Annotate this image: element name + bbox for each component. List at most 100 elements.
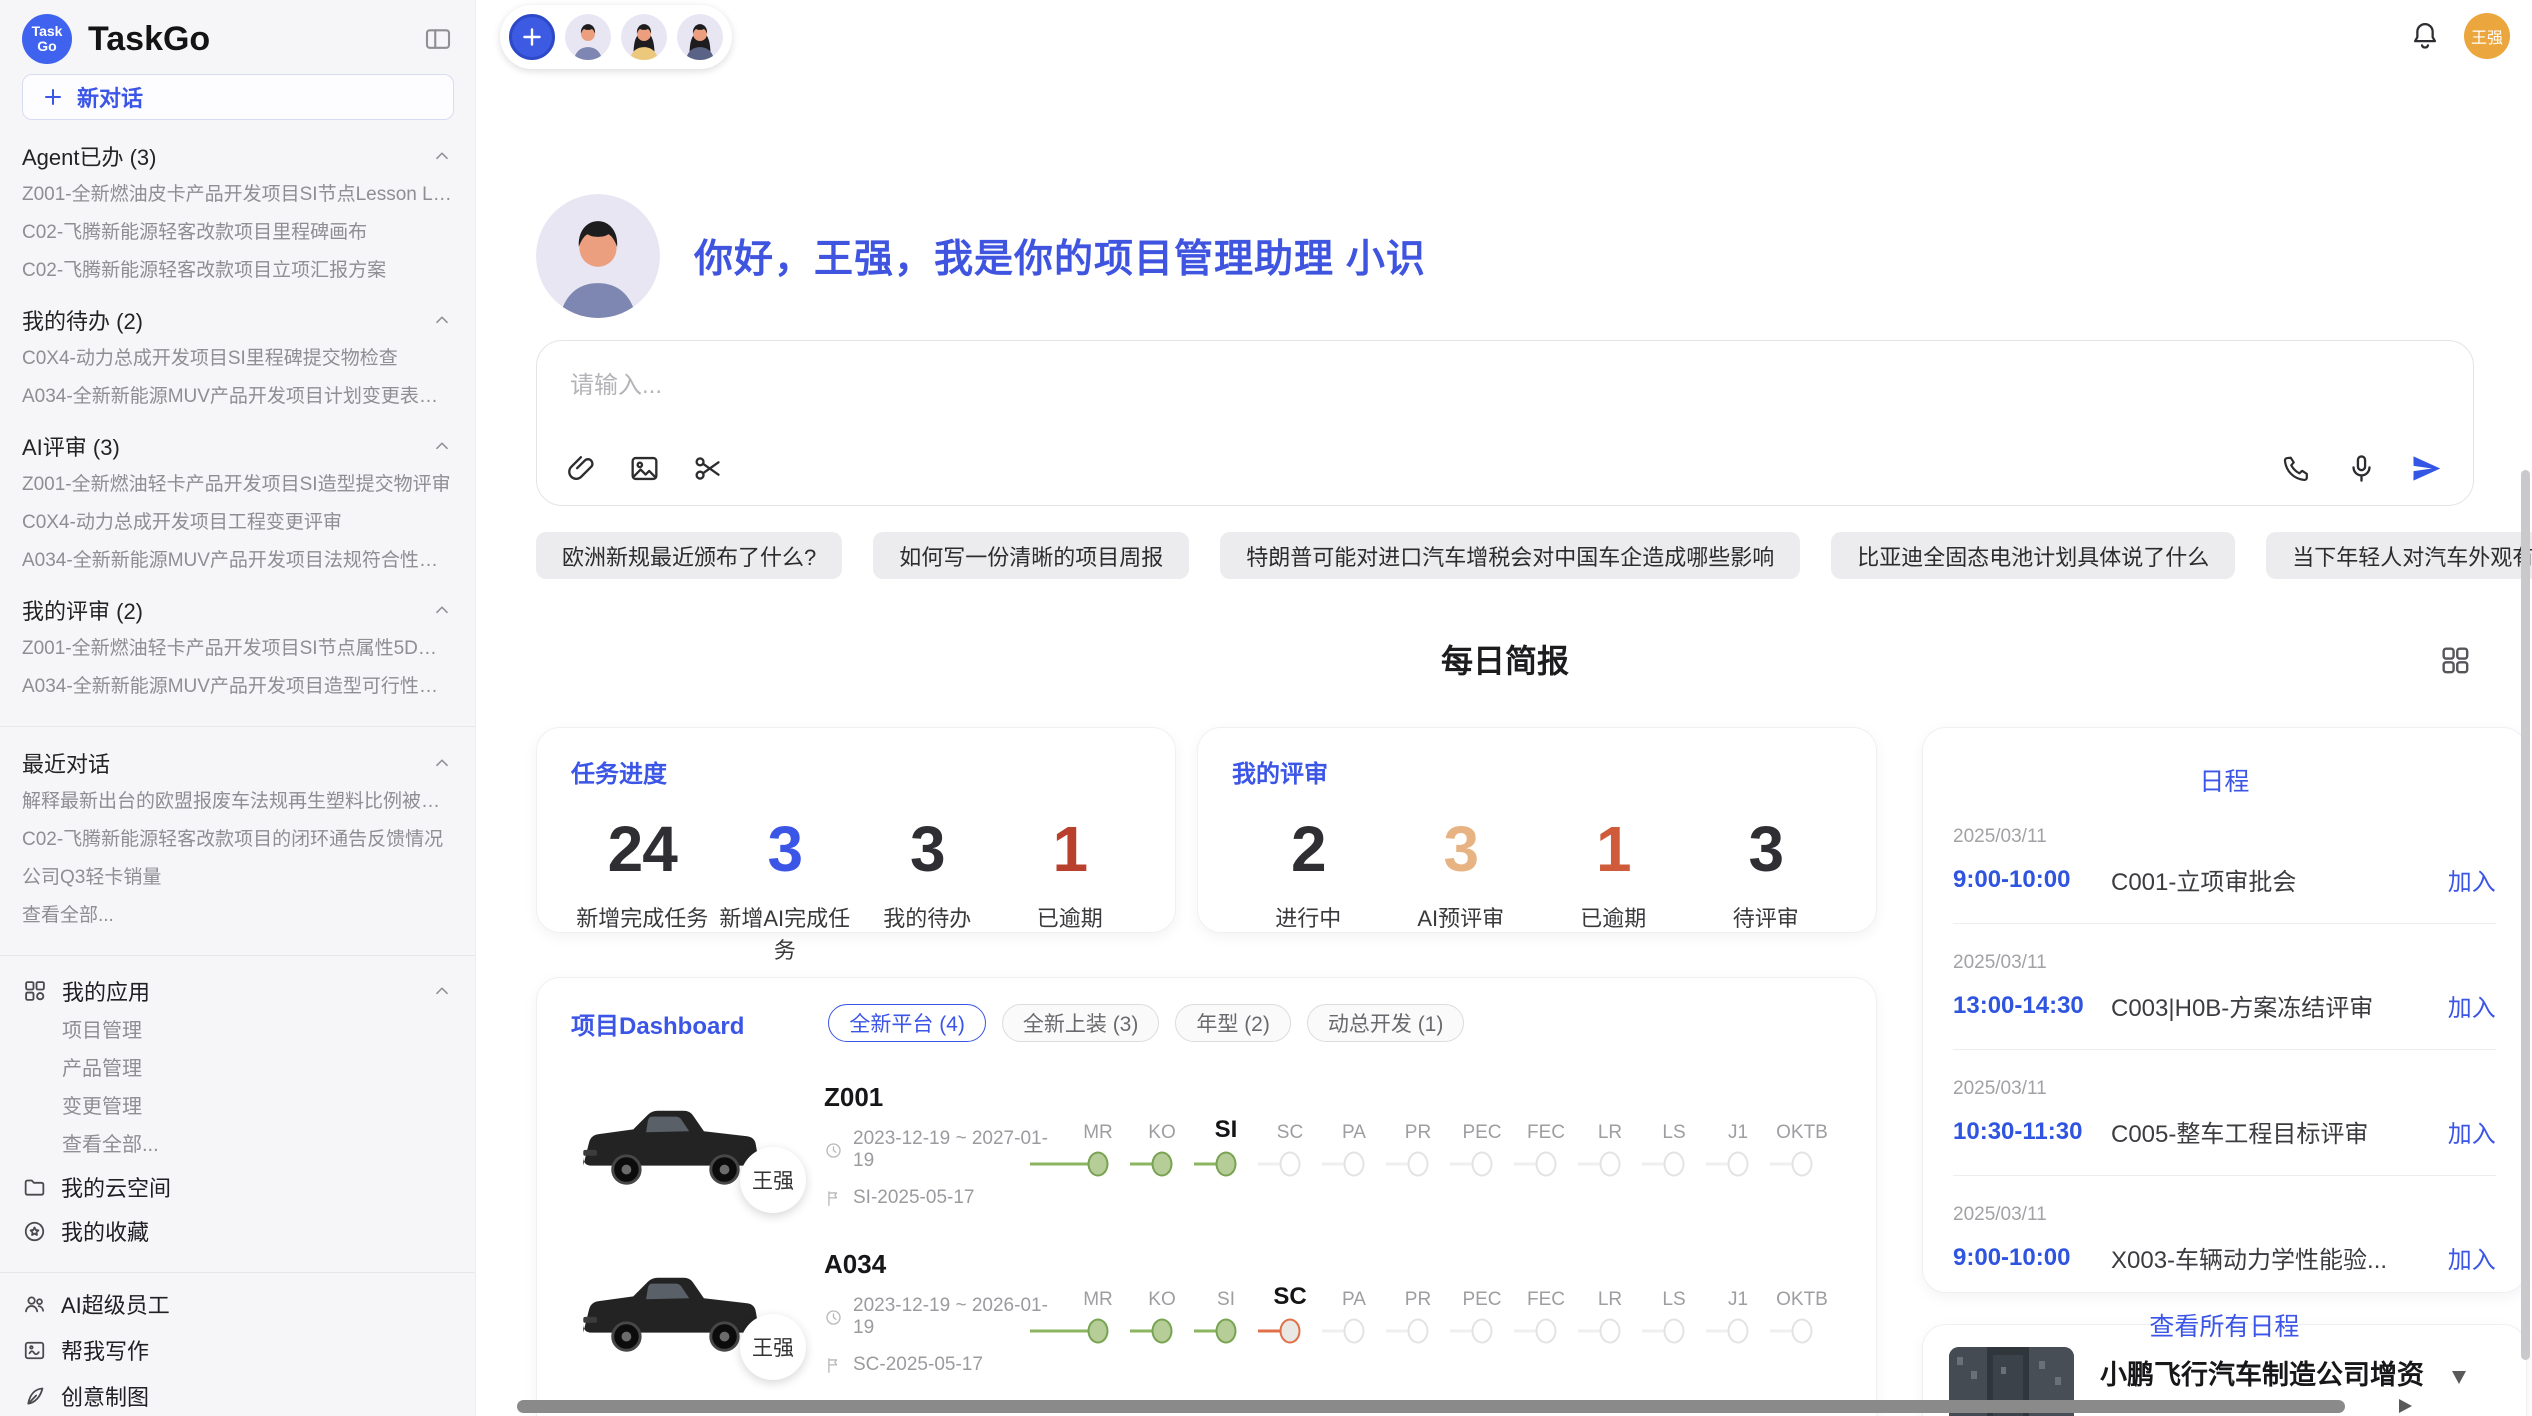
collapse-sidebar-icon[interactable] bbox=[423, 24, 453, 54]
new-chat-button[interactable]: 新对话 bbox=[22, 74, 454, 120]
milestone-stop[interactable]: MR bbox=[1066, 1275, 1130, 1351]
milestone-stop[interactable]: J1 bbox=[1706, 1275, 1770, 1351]
project-code[interactable]: A034 bbox=[824, 1249, 1064, 1280]
schedule-join-link[interactable]: 加入 bbox=[2448, 1240, 2496, 1275]
app-item[interactable]: 变更管理 bbox=[62, 1094, 453, 1120]
milestone-stop[interactable]: PA bbox=[1322, 1108, 1386, 1184]
dashboard-filter-pill[interactable]: 全新平台 (4) bbox=[828, 1004, 986, 1042]
stat-value: 24 bbox=[571, 815, 714, 883]
milestone-stop[interactable]: SI bbox=[1194, 1275, 1258, 1351]
sidebar-task-item[interactable]: A034-全新新能源MUV产品开发项目造型可行性评审 bbox=[22, 674, 453, 700]
milestone-stop[interactable]: SI bbox=[1194, 1108, 1258, 1184]
stat-label: 待评审 bbox=[1690, 901, 1843, 933]
app-item[interactable]: 产品管理 bbox=[62, 1056, 453, 1082]
chevron-up-icon[interactable] bbox=[431, 980, 453, 1002]
dashboard-filter-pill[interactable]: 全新上装 (3) bbox=[1002, 1004, 1160, 1042]
sidebar-section-header[interactable]: Agent已办 (3) bbox=[22, 142, 453, 170]
horizontal-scrollbar-thumb[interactable] bbox=[517, 1400, 2345, 1413]
milestone-dot bbox=[1216, 1151, 1237, 1176]
sidebar-task-item[interactable]: Z001-全新燃油皮卡产品开发项目SI节点Lesson Learn报告 bbox=[22, 182, 453, 208]
milestone-stop[interactable]: PR bbox=[1386, 1108, 1450, 1184]
milestone-label: SI bbox=[1194, 1275, 1258, 1311]
milestone-stop[interactable]: PA bbox=[1322, 1275, 1386, 1351]
milestone-stop[interactable]: KO bbox=[1130, 1275, 1194, 1351]
schedule-join-link[interactable]: 加入 bbox=[2448, 862, 2496, 897]
recent-section-header[interactable]: 最近对话 bbox=[22, 749, 453, 777]
sidebar-section-header[interactable]: 我的待办 (2) bbox=[22, 306, 453, 334]
milestone-stop[interactable]: PEC bbox=[1450, 1275, 1514, 1351]
milestone-stop[interactable]: KO bbox=[1130, 1108, 1194, 1184]
project-owner-badge[interactable]: 王强 bbox=[740, 1314, 806, 1380]
app-item[interactable]: 项目管理 bbox=[62, 1018, 453, 1044]
milestone-stop[interactable]: LR bbox=[1578, 1108, 1642, 1184]
apps-view-all-link[interactable]: 查看全部... bbox=[62, 1132, 453, 1158]
schedule-name: C005-整车工程目标评审 bbox=[2111, 1114, 2432, 1149]
recent-view-all-link[interactable]: 查看全部... bbox=[22, 903, 453, 929]
milestone-stop[interactable]: PR bbox=[1386, 1275, 1450, 1351]
suggestion-chips: 欧洲新规最近颁布了什么? 如何写一份清晰的项目周报特朗普可能对进口汽车增税会对中国… bbox=[536, 532, 2474, 579]
project-code[interactable]: Z001 bbox=[824, 1082, 1064, 1113]
scroll-right-arrow-icon[interactable] bbox=[2399, 1399, 2412, 1413]
layout-grid-icon[interactable] bbox=[2438, 643, 2472, 677]
sidebar-task-item[interactable]: C0X4-动力总成开发项目SI里程碑提交物检查 bbox=[22, 346, 453, 372]
suggestion-chip[interactable]: 比亚迪全固态电池计划具体说了什么 bbox=[1831, 532, 2235, 579]
task-progress-stats: 24新增完成任务3新增AI完成任务3我的待办1已逾期 bbox=[571, 815, 1141, 965]
sidebar-tool-item[interactable]: 创意制图 bbox=[22, 1381, 453, 1411]
milestone-label: LS bbox=[1642, 1275, 1706, 1311]
milestone-stop[interactable]: LR bbox=[1578, 1275, 1642, 1351]
send-icon[interactable] bbox=[2410, 452, 2443, 485]
suggestion-chip[interactable]: 如何写一份清晰的项目周报 bbox=[873, 532, 1189, 579]
flag-icon bbox=[824, 1356, 843, 1375]
recent-conversation-item[interactable]: 解释最新出台的欧盟报废车法规再生塑料比例被调至15%... bbox=[22, 789, 453, 815]
milestone-stop[interactable]: OKTB bbox=[1770, 1275, 1834, 1351]
recent-conversation-item[interactable]: C02-飞腾新能源轻客改款项目的闭环通告反馈情况 bbox=[22, 827, 453, 853]
milestone-dot-row bbox=[1450, 1311, 1514, 1351]
suggestion-chip[interactable]: 当下年轻人对汽车外观有怎样的喜好趋势 bbox=[2266, 532, 2532, 579]
milestone-stop[interactable]: FEC bbox=[1514, 1108, 1578, 1184]
milestone-stop[interactable]: SC bbox=[1258, 1108, 1322, 1184]
milestone-stop[interactable]: SC bbox=[1258, 1275, 1322, 1351]
project-owner-badge[interactable]: 王强 bbox=[740, 1147, 806, 1213]
suggestion-chip[interactable]: 欧洲新规最近颁布了什么? bbox=[536, 532, 842, 579]
vertical-scrollbar-thumb[interactable] bbox=[2521, 470, 2530, 1360]
sidebar-task-item[interactable]: C0X4-动力总成开发项目工程变更评审 bbox=[22, 510, 453, 536]
sidebar-task-item[interactable]: C02-飞腾新能源轻客改款项目立项汇报方案 bbox=[22, 258, 453, 284]
sidebar-task-item[interactable]: Z001-全新燃油轻卡产品开发项目SI造型提交物评审 bbox=[22, 472, 453, 498]
sidebar-task-item[interactable]: A034-全新新能源MUV产品开发项目法规符合性评审 bbox=[22, 548, 453, 574]
milestone-stop[interactable]: J1 bbox=[1706, 1108, 1770, 1184]
sidebar-item-star-badge[interactable]: 我的收藏 bbox=[22, 1216, 453, 1246]
sidebar-task-item[interactable]: A034-全新新能源MUV产品开发项目计划变更表编写 bbox=[22, 384, 453, 410]
milestone-dot bbox=[1152, 1151, 1173, 1176]
milestone-stop[interactable]: LS bbox=[1642, 1275, 1706, 1351]
schedule-join-link[interactable]: 加入 bbox=[2448, 988, 2496, 1023]
chevron-up-icon[interactable] bbox=[431, 752, 453, 774]
voice-call-icon[interactable] bbox=[2280, 452, 2313, 485]
milestone-stop[interactable]: PEC bbox=[1450, 1108, 1514, 1184]
schedule-card: 日程 2025/03/119:00-10:00C001-立项审批会加入2025/… bbox=[1922, 727, 2527, 1293]
milestone-dot bbox=[1216, 1318, 1237, 1343]
suggestion-chip[interactable]: 特朗普可能对进口汽车增税会对中国车企造成哪些影响 bbox=[1220, 532, 1800, 579]
schedule-item: 2025/03/1113:00-14:30C003|H0B-方案冻结评审加入 bbox=[1953, 952, 2496, 1023]
sidebar-item-folder[interactable]: 我的云空间 bbox=[22, 1172, 453, 1202]
milestone-stop[interactable]: FEC bbox=[1514, 1275, 1578, 1351]
sidebar-tool-item[interactable]: AI超级员工 bbox=[22, 1289, 453, 1319]
sidebar-tool-item[interactable]: 帮我写作 bbox=[22, 1335, 453, 1365]
recent-conversation-item[interactable]: 公司Q3轻卡销量 bbox=[22, 865, 453, 891]
scroll-down-arrow-icon[interactable] bbox=[2452, 1371, 2466, 1384]
attachment-icon[interactable] bbox=[565, 452, 598, 485]
sidebar-task-item[interactable]: C02-飞腾新能源轻客改款项目里程碑画布 bbox=[22, 220, 453, 246]
dashboard-filter-pill[interactable]: 动总开发 (1) bbox=[1307, 1004, 1465, 1042]
image-upload-icon[interactable] bbox=[628, 452, 661, 485]
milestone-stop[interactable]: LS bbox=[1642, 1108, 1706, 1184]
milestone-stop[interactable]: MR bbox=[1066, 1108, 1130, 1184]
schedule-join-link[interactable]: 加入 bbox=[2448, 1114, 2496, 1149]
sidebar-section-header[interactable]: 我的评审 (2) bbox=[22, 596, 453, 624]
screenshot-scissors-icon[interactable] bbox=[691, 452, 724, 485]
sidebar-section-header[interactable]: AI评审 (3) bbox=[22, 432, 453, 460]
sidebar-item-my-apps[interactable]: 我的应用 bbox=[22, 976, 453, 1006]
chat-input[interactable] bbox=[570, 365, 2440, 435]
sidebar-task-item[interactable]: Z001-全新燃油轻卡产品开发项目SI节点属性5D文件评审 bbox=[22, 636, 453, 662]
dashboard-filter-pill[interactable]: 年型 (2) bbox=[1175, 1004, 1291, 1042]
microphone-icon[interactable] bbox=[2345, 452, 2378, 485]
milestone-stop[interactable]: OKTB bbox=[1770, 1108, 1834, 1184]
